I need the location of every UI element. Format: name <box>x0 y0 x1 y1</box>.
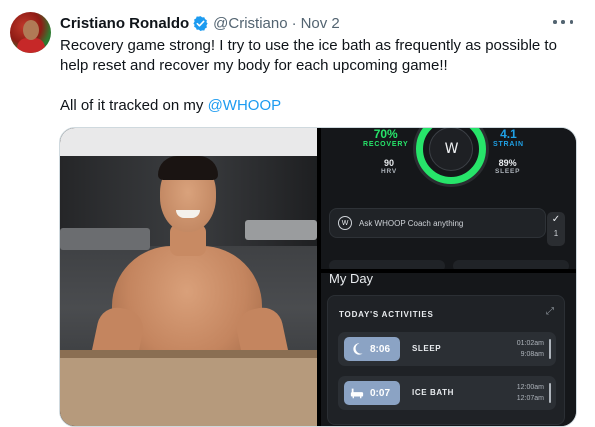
hrv-label: HRV <box>381 168 398 175</box>
sleep-stat: 89% SLEEP <box>495 158 520 175</box>
sleep-value: 89% <box>498 158 517 168</box>
whoop-coach-placeholder: Ask WHOOP Coach anything <box>359 218 464 228</box>
recovery-stat: 70% RECOVERY <box>363 128 408 148</box>
tweet-text-line: All of it tracked on my @WHOOP <box>60 96 580 116</box>
whoop-my-day-screenshot[interactable]: My Day TODAY'S ACTIVITIES ⤢ 8:06 SLEEP 0… <box>321 273 576 426</box>
activity-duration-pill: 0:07 <box>344 381 400 405</box>
activity-duration: 8:06 <box>370 343 391 355</box>
more-dot <box>561 20 565 24</box>
activity-duration-pill: 8:06 <box>344 337 400 361</box>
tweet-text-prefix: All of it tracked on my <box>60 97 208 114</box>
tweet-text-line: Recovery game strong! I try to use the i… <box>60 37 557 54</box>
activity-time-bar <box>549 383 551 403</box>
sleep-label: SLEEP <box>495 168 521 175</box>
recovery-label: RECOVERY <box>363 141 409 148</box>
activity-name: ICE BATH <box>412 388 454 397</box>
more-dot <box>569 20 573 24</box>
whoop-coach-icon: W <box>338 216 352 230</box>
tweet-date[interactable]: Nov 2 <box>301 15 340 32</box>
more-dot <box>553 20 557 24</box>
author-name[interactable]: Cristiano Ronaldo <box>60 15 189 32</box>
activity-row-ice-bath[interactable]: 0:07 ICE BATH 12:00am 12:07am <box>338 376 556 410</box>
whoop-coach-input[interactable]: W Ask WHOOP Coach anything <box>329 208 546 238</box>
checklist-button[interactable]: ✓ 1 <box>547 212 565 246</box>
whoop-logo: W <box>429 128 473 171</box>
activity-duration: 0:07 <box>370 387 391 399</box>
summary-card[interactable] <box>329 260 445 269</box>
more-options-icon[interactable] <box>553 14 573 30</box>
activity-row-sleep[interactable]: 8:06 SLEEP 01:02am 9:08am <box>338 332 556 366</box>
todays-activities-title: TODAY'S ACTIVITIES <box>339 310 434 319</box>
expand-icon[interactable]: ⤢ <box>546 306 554 317</box>
activity-times: 01:02am 9:08am <box>517 338 544 360</box>
whoop-logo-text: W <box>444 141 459 157</box>
activity-times: 12:00am 12:07am <box>517 382 544 404</box>
bathtub-icon <box>350 388 364 399</box>
activity-name: SLEEP <box>412 344 442 353</box>
recovery-value: 70% <box>373 128 398 141</box>
strain-value: 4.1 <box>500 128 517 141</box>
activity-end-time: 9:08am <box>520 351 544 358</box>
photo-tub <box>60 358 317 426</box>
checklist-count: 1 <box>553 229 559 238</box>
avatar[interactable] <box>10 12 51 53</box>
avatar-shirt <box>17 38 45 53</box>
todays-activities-panel: TODAY'S ACTIVITIES ⤢ 8:06 SLEEP 01:02am … <box>327 295 565 425</box>
author-handle[interactable]: @Cristiano <box>213 15 287 32</box>
photo-bench <box>245 220 317 240</box>
summary-card[interactable] <box>453 260 569 269</box>
my-day-title: My Day <box>329 273 374 286</box>
activity-time-bar <box>549 339 551 359</box>
photo-ronaldo-ice-bath[interactable] <box>60 128 317 426</box>
activity-end-time: 12:07am <box>516 395 544 402</box>
tweet-header: Cristiano Ronaldo @Cristiano · Nov 2 <box>60 13 340 33</box>
whoop-overview-screenshot[interactable]: W 70% RECOVERY 4.1 STRAIN 90 HRV 89% SLE… <box>321 128 576 269</box>
separator-dot: · <box>291 14 297 32</box>
media-grid: W 70% RECOVERY 4.1 STRAIN 90 HRV 89% SLE… <box>59 127 577 427</box>
strain-stat: 4.1 STRAIN <box>493 128 524 148</box>
avatar-face <box>23 20 39 40</box>
verified-badge-icon <box>193 15 208 31</box>
tweet-text: Recovery game strong! I try to use the i… <box>60 36 580 116</box>
check-icon: ✓ <box>551 214 561 225</box>
activity-start-time: 01:02am <box>516 340 544 347</box>
hrv-value: 90 <box>384 158 395 168</box>
strain-label: STRAIN <box>493 141 524 148</box>
photo-ceiling <box>60 128 317 156</box>
photo-hair <box>158 156 218 180</box>
tweet-text-line: help reset and recover my body for each … <box>60 57 448 74</box>
tweet[interactable]: Cristiano Ronaldo @Cristiano · Nov 2 Rec… <box>0 0 595 427</box>
activity-start-time: 12:00am <box>516 384 544 391</box>
hrv-stat: 90 HRV <box>381 158 397 175</box>
mention-link[interactable]: @WHOOP <box>208 97 282 114</box>
photo-bench <box>60 228 150 250</box>
moon-icon <box>353 343 363 355</box>
